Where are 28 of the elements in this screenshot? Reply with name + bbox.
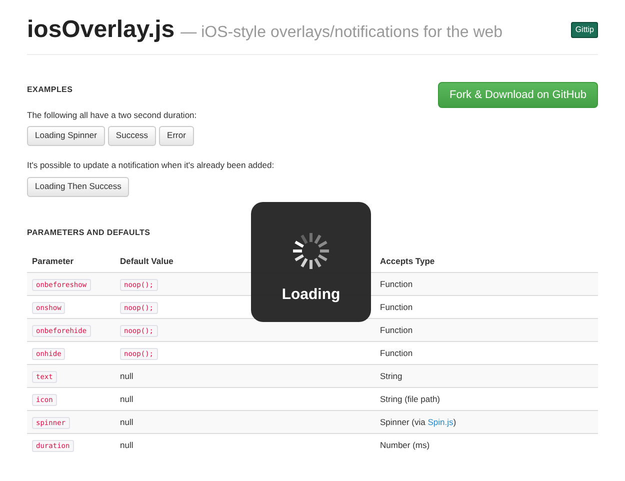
column-header: Default Value — [120, 256, 174, 266]
overlay-label: Loading — [282, 285, 340, 305]
table-cell: null — [120, 440, 134, 450]
description-text: It's possible to update a notification when it's already been added: — [27, 158, 276, 172]
column-header: Parameter — [32, 256, 74, 266]
table-cell: null — [120, 370, 134, 381]
table-cell: String — [380, 370, 402, 381]
section-heading: PARAMETERS AND DEFAULTS — [27, 226, 152, 238]
demo-button[interactable]: Success — [108, 126, 156, 146]
table-cell: Function — [380, 324, 413, 335]
table-cell: Function — [380, 348, 413, 358]
section-heading: EXAMPLES — [27, 84, 74, 96]
table-cell: Function — [380, 302, 413, 312]
page-title: iosOverlay.js — [27, 15, 175, 45]
description-text: The following all have a two second duration: — [27, 109, 198, 122]
demo-button[interactable]: Loading Then Success — [27, 176, 130, 196]
table-cell: String (file path) — [380, 394, 440, 404]
table-cell: null — [120, 416, 134, 427]
column-header: Accepts Type — [380, 256, 435, 266]
gittip-badge[interactable]: Gittip — [571, 22, 598, 38]
table-cell: Function — [380, 278, 413, 289]
demo-button[interactable]: Loading Spinner — [27, 126, 105, 146]
demo-button[interactable]: Error — [159, 126, 194, 146]
spinjs-link[interactable]: Spin.js — [428, 416, 454, 427]
table-cell: Number (ms) — [380, 440, 430, 450]
table-cell: null — [120, 394, 134, 404]
page-subtitle: — iOS-style overlays/notifications for the web — [180, 23, 503, 43]
table-cell: Spinner (via Spin.js) — [380, 416, 456, 427]
